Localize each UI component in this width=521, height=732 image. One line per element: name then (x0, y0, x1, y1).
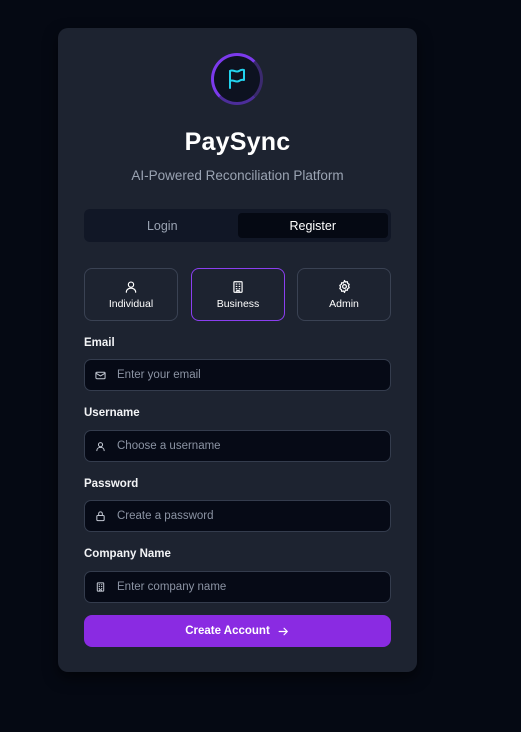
flag-icon (229, 68, 245, 89)
role-individual-button[interactable]: Individual (84, 268, 178, 321)
company-name-field[interactable] (84, 571, 391, 603)
tab-register[interactable]: Register (237, 213, 388, 238)
role-business-label: Business (216, 297, 260, 310)
role-admin-label: Admin (329, 298, 359, 310)
building-icon (233, 280, 243, 293)
auth-tabs: Login Register (84, 209, 391, 242)
gear-icon (338, 279, 350, 294)
role-selector: Individual Business Admin (84, 268, 391, 321)
role-individual-label: Individual (108, 297, 154, 310)
user-icon (125, 280, 137, 293)
app-title: PaySync (184, 128, 291, 156)
register-card: PaySync AI-Powered Reconciliation Platfo… (58, 28, 417, 672)
password-label: Password (84, 478, 139, 490)
app-tagline: AI-Powered Reconciliation Platform (131, 168, 344, 183)
email-field[interactable] (84, 359, 391, 391)
email-label: Email (84, 337, 115, 349)
password-field[interactable] (84, 500, 391, 532)
role-admin-button[interactable]: Admin (297, 268, 391, 321)
arrow-right-icon (278, 627, 288, 635)
building-icon (96, 582, 105, 592)
password-input[interactable] (117, 501, 390, 531)
create-account-button[interactable]: Create Account (84, 615, 391, 647)
username-label: Username (84, 407, 140, 419)
user-icon (96, 441, 105, 451)
logo (211, 53, 263, 105)
username-input[interactable] (117, 431, 390, 461)
company-name-label: Company Name (84, 548, 171, 560)
mail-icon (95, 371, 106, 379)
lock-icon (96, 511, 105, 522)
create-account-label: Create Account (185, 625, 270, 637)
email-input[interactable] (117, 360, 390, 390)
tab-login[interactable]: Login (87, 213, 238, 238)
company-name-input[interactable] (117, 572, 390, 602)
role-business-button[interactable]: Business (191, 268, 285, 321)
username-field[interactable] (84, 430, 391, 462)
